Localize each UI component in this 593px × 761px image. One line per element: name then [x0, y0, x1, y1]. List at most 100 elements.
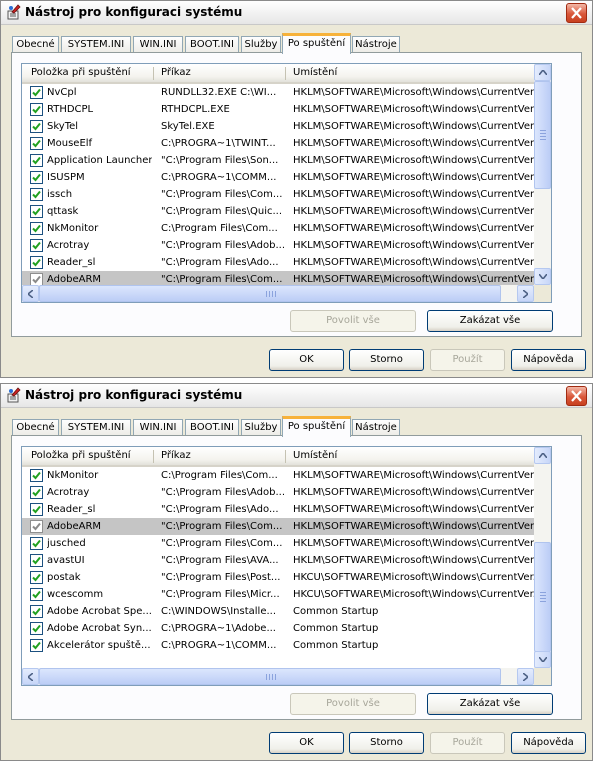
startup-item-checkbox[interactable] — [30, 469, 43, 482]
list-item[interactable]: postak "C:\Program Files\Post... HKCU\SOFT… — [22, 569, 534, 586]
list-item[interactable]: Adobe Acrobat Spe... C:\WINDOWS\Installe.… — [22, 603, 534, 620]
scroll-up-button[interactable] — [534, 447, 551, 464]
tab-system-ini[interactable]: SYSTEM.INI — [61, 36, 131, 53]
scroll-up-button[interactable] — [534, 64, 551, 81]
tab-startup[interactable]: Po spuštění — [282, 416, 351, 437]
startup-item-checkbox[interactable] — [30, 154, 43, 167]
list-item[interactable]: Akcelerátor spuště... C:\PROGRA~1\COMM...… — [22, 637, 534, 654]
list-item[interactable]: NkMonitor C:\Program Files\Com... HKLM\SOF… — [22, 467, 534, 484]
list-item[interactable]: Acrotray "C:\Program Files\Adob... HKLM\SO… — [22, 237, 534, 254]
apply-button[interactable]: Použít — [430, 732, 505, 754]
list-item[interactable]: avastUI "C:\Program Files\AVA... HKLM\SOFT… — [22, 552, 534, 569]
list-item[interactable]: ISUSPM C:\PROGRA~1\COMM... HKLM\SOFTWARE\M… — [22, 169, 534, 186]
column-header-command[interactable]: Příkaz — [155, 447, 283, 465]
tab-win-ini[interactable]: WIN.INI — [133, 419, 183, 436]
tab-boot-ini[interactable]: BOOT.INI — [185, 419, 239, 436]
startup-item-checkbox[interactable] — [30, 622, 43, 635]
column-divider[interactable] — [153, 67, 154, 80]
title-bar[interactable]: Nástroj pro konfiguraci systému — [1, 1, 592, 25]
startup-item-checkbox[interactable] — [30, 239, 43, 252]
list-item[interactable]: SkyTel SkyTel.EXE HKLM\SOFTWARE\Microsoft\… — [22, 118, 534, 135]
startup-item-checkbox[interactable] — [30, 171, 43, 184]
startup-item-checkbox[interactable] — [30, 137, 43, 150]
horizontal-scroll-thumb[interactable] — [39, 285, 501, 302]
list-item[interactable]: jusched "C:\Program Files\Com... HKLM\SOFT… — [22, 535, 534, 552]
list-item[interactable]: NvCpl RUNDLL32.EXE C:\WI... HKLM\SOFTWARE\… — [22, 84, 534, 101]
scroll-left-button[interactable] — [22, 285, 39, 302]
scroll-thumb[interactable] — [534, 81, 551, 189]
horizontal-scrollbar[interactable] — [22, 668, 534, 685]
list-item[interactable]: NkMonitor C:\Program Files\Com... HKLM\SOF… — [22, 220, 534, 237]
cancel-button[interactable]: Storno — [349, 349, 424, 371]
cancel-button[interactable]: Storno — [349, 732, 424, 754]
help-button[interactable]: Nápověda — [511, 732, 586, 754]
scroll-down-button[interactable] — [534, 268, 551, 285]
tab-startup[interactable]: Po spuštění — [282, 33, 351, 54]
column-header-item[interactable]: Položka při spuštění — [25, 64, 150, 82]
startup-item-checkbox[interactable] — [30, 103, 43, 116]
startup-item-checkbox[interactable] — [30, 605, 43, 618]
list-item[interactable]: RTHDCPL RTHDCPL.EXE HKLM\SOFTWARE\Microsof… — [22, 101, 534, 118]
tab-tools[interactable]: Nástroje — [352, 419, 400, 436]
scroll-right-button[interactable] — [517, 285, 534, 302]
close-button[interactable] — [566, 386, 587, 406]
list-item[interactable]: Application Launcher "C:\Program Files\So… — [22, 152, 534, 169]
startup-item-checkbox[interactable] — [30, 120, 43, 133]
horizontal-scroll-thumb[interactable] — [39, 668, 501, 685]
list-item[interactable]: Acrotray "C:\Program Files\Adob... HKLM\SO… — [22, 484, 534, 501]
disable-all-button[interactable]: Zakázat vše — [427, 310, 553, 332]
startup-item-checkbox[interactable] — [30, 503, 43, 516]
startup-item-checkbox[interactable] — [30, 571, 43, 584]
tab-win-ini[interactable]: WIN.INI — [133, 36, 183, 53]
tab-boot-ini[interactable]: BOOT.INI — [185, 36, 239, 53]
help-button[interactable]: Nápověda — [511, 349, 586, 371]
ok-button[interactable]: OK — [269, 349, 344, 371]
startup-item-checkbox[interactable] — [30, 86, 43, 99]
tab-services[interactable]: Služby — [241, 36, 281, 53]
enable-all-button[interactable]: Povolit vše — [290, 310, 416, 332]
list-item[interactable]: Adobe Acrobat Syn... C:\PROGRA~1\Adobe...… — [22, 620, 534, 637]
tab-tools[interactable]: Nástroje — [352, 36, 400, 53]
list-item[interactable]: wcescomm "C:\Program Files\Micr... HKCU\SO… — [22, 586, 534, 603]
title-bar[interactable]: Nástroj pro konfiguraci systému — [1, 384, 592, 408]
vertical-scrollbar[interactable] — [534, 64, 551, 285]
column-divider[interactable] — [285, 67, 286, 80]
column-header-location[interactable]: Umístění — [287, 64, 527, 82]
tab-general[interactable]: Obecné — [12, 36, 59, 53]
horizontal-scrollbar[interactable] — [22, 285, 534, 302]
scroll-thumb[interactable] — [534, 542, 551, 652]
startup-list[interactable]: Položka při spuštění Příkaz Umístění NkM… — [21, 446, 552, 686]
list-item[interactable]: Reader_sl "C:\Program Files\Ado... HKLM\SO… — [22, 254, 534, 271]
scroll-right-button[interactable] — [517, 668, 534, 685]
column-header-location[interactable]: Umístění — [287, 447, 527, 465]
tab-services[interactable]: Služby — [241, 419, 281, 436]
startup-item-checkbox[interactable] — [30, 588, 43, 601]
startup-item-checkbox[interactable] — [30, 222, 43, 235]
startup-item-checkbox[interactable] — [30, 520, 43, 533]
startup-list[interactable]: Položka při spuštění Příkaz Umístění NvC… — [21, 63, 552, 303]
column-divider[interactable] — [285, 450, 286, 463]
enable-all-button[interactable]: Povolit vše — [290, 693, 416, 715]
scroll-left-button[interactable] — [22, 668, 39, 685]
list-item[interactable]: AdobeARM "C:\Program Files\Com... HKLM\SOF… — [22, 518, 534, 535]
startup-item-checkbox[interactable] — [30, 205, 43, 218]
list-item[interactable]: MouseElf C:\PROGRA~1\TWINT... HKLM\SOFTWAR… — [22, 135, 534, 152]
vertical-scrollbar[interactable] — [534, 447, 551, 668]
close-button[interactable] — [566, 3, 587, 23]
startup-item-checkbox[interactable] — [30, 537, 43, 550]
tab-general[interactable]: Obecné — [12, 419, 59, 436]
list-item[interactable]: qttask "C:\Program Files\Quic... HKLM\SOFT… — [22, 203, 534, 220]
apply-button[interactable]: Použít — [430, 349, 505, 371]
scroll-down-button[interactable] — [534, 651, 551, 668]
column-divider[interactable] — [153, 450, 154, 463]
disable-all-button[interactable]: Zakázat vše — [427, 693, 553, 715]
startup-item-checkbox[interactable] — [30, 188, 43, 201]
column-header-command[interactable]: Příkaz — [155, 64, 283, 82]
column-header-item[interactable]: Položka při spuštění — [25, 447, 150, 465]
startup-item-checkbox[interactable] — [30, 256, 43, 269]
startup-item-checkbox[interactable] — [30, 486, 43, 499]
tab-system-ini[interactable]: SYSTEM.INI — [61, 419, 131, 436]
startup-item-checkbox[interactable] — [30, 639, 43, 652]
list-item[interactable]: issch "C:\Program Files\Com... HKLM\SOFTWA… — [22, 186, 534, 203]
list-item[interactable]: Reader_sl "C:\Program Files\Ado... HKLM\SO… — [22, 501, 534, 518]
